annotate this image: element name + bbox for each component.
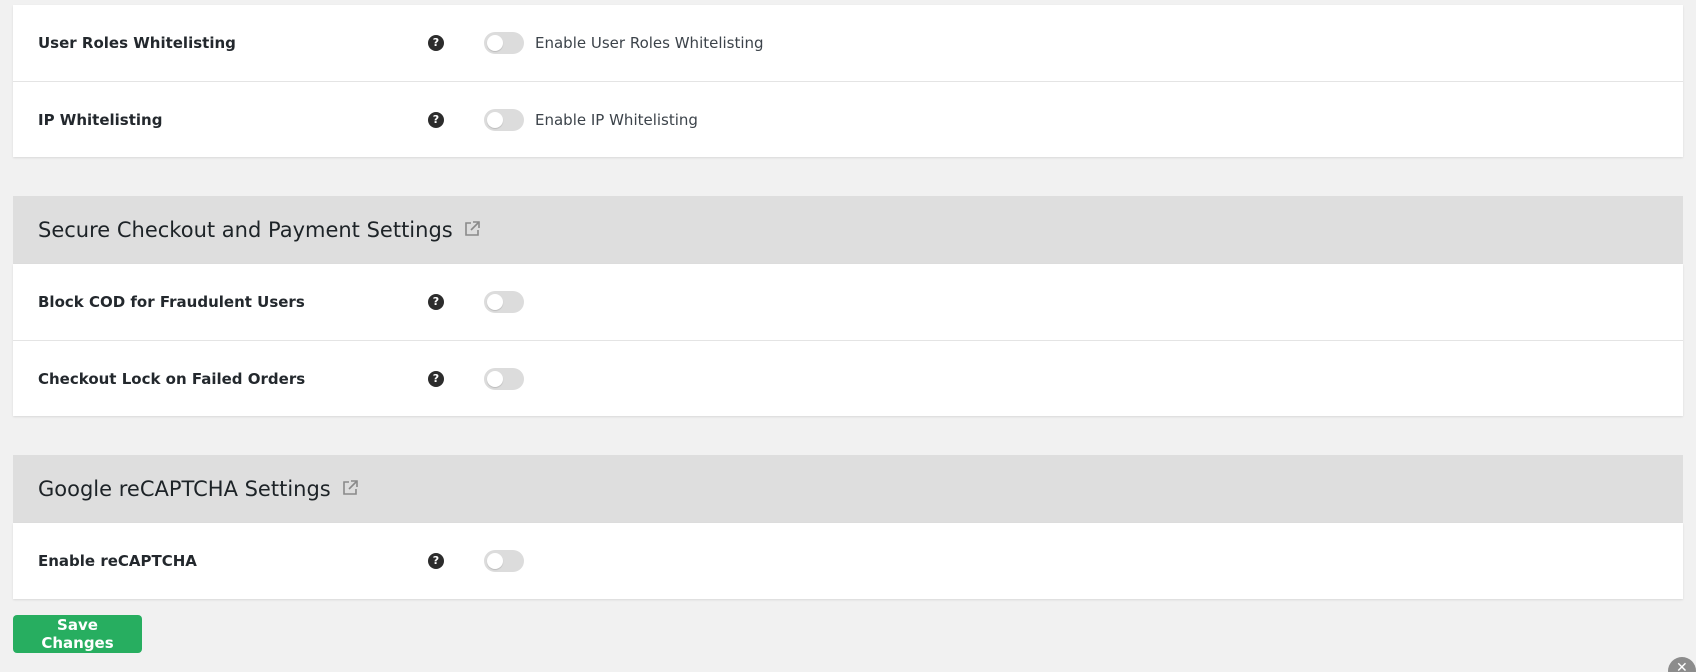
setting-label: Block COD for Fraudulent Users: [38, 293, 305, 311]
recaptcha-section-header: Google reCAPTCHA Settings: [13, 455, 1683, 523]
setting-label: Enable reCAPTCHA: [38, 552, 197, 570]
settings-row-checkout-lock: Checkout Lock on Failed Orders ?: [13, 340, 1683, 416]
section-title-text: Google reCAPTCHA Settings: [38, 477, 331, 501]
setting-label: User Roles Whitelisting: [38, 34, 236, 52]
help-icon[interactable]: ?: [428, 35, 444, 51]
save-changes-button[interactable]: Save Changes: [13, 615, 142, 653]
recaptcha-card: Enable reCAPTCHA ?: [13, 523, 1683, 599]
enable-recaptcha-toggle[interactable]: [484, 550, 524, 572]
block-cod-toggle[interactable]: [484, 291, 524, 313]
checkout-card: Block COD for Fraudulent Users ? Checkou…: [13, 264, 1683, 416]
toggle-description: Enable IP Whitelisting: [535, 110, 698, 129]
toggle-knob: [487, 553, 503, 569]
toggle-knob: [487, 294, 503, 310]
checkout-lock-toggle[interactable]: [484, 367, 524, 390]
setting-label: IP Whitelisting: [38, 110, 163, 129]
toggle-knob: [487, 35, 503, 51]
external-link-icon[interactable]: [463, 220, 481, 238]
settings-page: User Roles Whitelisting ? Enable User Ro…: [0, 0, 1696, 672]
external-link-icon[interactable]: [341, 479, 359, 497]
help-icon[interactable]: ?: [428, 111, 444, 128]
whitelisting-card: User Roles Whitelisting ? Enable User Ro…: [13, 5, 1683, 157]
close-glyph: ✕: [1676, 660, 1688, 672]
section-title: Google reCAPTCHA Settings: [38, 477, 359, 501]
help-icon[interactable]: ?: [428, 370, 444, 387]
help-icon[interactable]: ?: [428, 294, 444, 310]
help-icon[interactable]: ?: [428, 553, 444, 569]
toggle-knob: [487, 111, 503, 128]
user-roles-whitelisting-toggle[interactable]: [484, 32, 524, 54]
toggle-description: Enable User Roles Whitelisting: [535, 34, 764, 52]
settings-row-user-roles-whitelisting: User Roles Whitelisting ? Enable User Ro…: [13, 5, 1683, 81]
section-title-text: Secure Checkout and Payment Settings: [38, 218, 453, 242]
settings-row-enable-recaptcha: Enable reCAPTCHA ?: [13, 523, 1683, 599]
close-icon[interactable]: ✕: [1668, 657, 1696, 672]
setting-label: Checkout Lock on Failed Orders: [38, 369, 306, 388]
ip-whitelisting-toggle[interactable]: [484, 108, 524, 131]
settings-row-block-cod: Block COD for Fraudulent Users ?: [13, 264, 1683, 340]
checkout-section-header: Secure Checkout and Payment Settings: [13, 196, 1683, 264]
settings-row-ip-whitelisting: IP Whitelisting ? Enable IP Whitelisting: [13, 81, 1683, 157]
toggle-knob: [487, 370, 503, 387]
section-title: Secure Checkout and Payment Settings: [38, 218, 481, 242]
